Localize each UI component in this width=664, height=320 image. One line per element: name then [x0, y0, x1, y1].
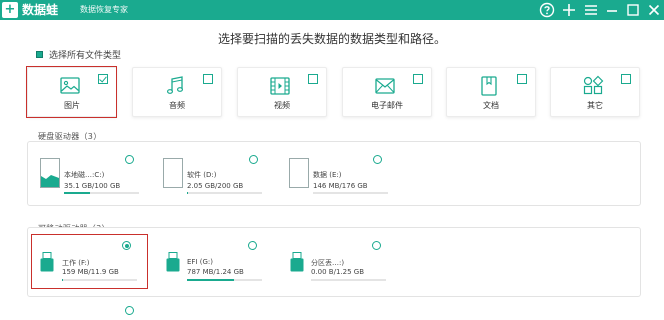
drive-name: 软件 (D:)	[187, 171, 217, 179]
drive-f-radio[interactable]	[122, 241, 131, 250]
app-name: 数据蛙	[22, 3, 59, 17]
file-type-label: 视频	[274, 101, 290, 110]
file-type-card-document[interactable]: 文档	[446, 67, 536, 117]
drive-name: EFI (G:)	[187, 258, 213, 266]
select-all-label: 选择所有文件类型	[49, 51, 122, 61]
music-icon	[163, 74, 187, 98]
drive-usage-fill	[64, 192, 91, 194]
drive-name: 数据 (E:)	[313, 171, 342, 179]
drive-c-radio[interactable]	[125, 155, 134, 164]
file-type-checkbox[interactable]	[413, 74, 423, 84]
drive-usage-bar	[311, 279, 386, 281]
drive-name: 分区丢…:)	[311, 259, 345, 267]
drive-removable-3[interactable]: 分区丢…:) 0.00 B/1.25 GB	[290, 252, 402, 298]
title-bar: + 数据蛙 数据恢复专家	[0, 0, 664, 20]
drive-usage-fill	[62, 279, 63, 281]
app-subtitle: 数据恢复专家	[80, 5, 128, 14]
image-icon	[58, 74, 82, 98]
drive-name: 本地磁…:C:)	[64, 171, 105, 179]
file-type-label: 图片	[64, 101, 80, 110]
help-icon[interactable]	[538, 1, 556, 19]
menu-icon[interactable]	[582, 1, 600, 19]
select-all-checkbox[interactable]	[36, 51, 43, 58]
drive-usage-bar	[313, 192, 388, 194]
drive-removable-3-radio[interactable]	[372, 241, 381, 250]
drive-size: 159 MB/11.9 GB	[62, 268, 119, 276]
drive-usage-bar	[64, 192, 139, 194]
video-icon	[268, 74, 292, 98]
other-icon	[581, 74, 605, 98]
drive-usage-bar	[62, 279, 137, 281]
file-type-checkbox[interactable]	[308, 74, 318, 84]
drive-d-radio[interactable]	[249, 155, 258, 164]
drive-name: 工作 (F:)	[62, 259, 90, 267]
mail-icon	[373, 74, 397, 98]
drive-size: 787 MB/1.24 GB	[187, 268, 244, 276]
hard-disk-icon	[163, 158, 183, 192]
file-type-card-image[interactable]: 图片	[27, 67, 117, 117]
maximize-icon[interactable]	[624, 1, 642, 19]
drive-g[interactable]: EFI (G:) 787 MB/1.24 GB	[166, 252, 278, 298]
add-icon[interactable]	[560, 1, 578, 19]
usb-drive-icon	[40, 252, 54, 276]
hard-disk-icon	[289, 158, 309, 192]
file-type-checkbox[interactable]	[517, 74, 527, 84]
drive-usage-fill	[187, 279, 235, 281]
file-type-checkbox[interactable]	[203, 74, 213, 84]
file-type-card-email[interactable]: 电子邮件	[342, 67, 432, 117]
drive-usage-fill	[187, 192, 188, 194]
drive-f[interactable]: 工作 (F:) 159 MB/11.9 GB	[40, 252, 152, 298]
file-type-label: 电子邮件	[371, 101, 403, 110]
close-icon[interactable]	[645, 1, 663, 19]
select-all-toggle[interactable]: 选择所有文件类型	[36, 50, 121, 62]
file-type-label: 音频	[169, 101, 185, 110]
app-logo-icon: +	[2, 2, 18, 18]
minimize-icon[interactable]	[603, 1, 621, 19]
usb-drive-icon	[290, 252, 304, 276]
drive-usage-bar	[187, 192, 262, 194]
hard-disk-icon	[40, 158, 60, 192]
drive-e[interactable]: 数据 (E:) 146 MB/176 GB	[289, 158, 401, 204]
file-type-label: 其它	[587, 101, 603, 110]
page-headline: 选择要扫描的丢失数据的数据类型和路径。	[217, 32, 446, 46]
file-type-card-video[interactable]: 视频	[237, 67, 327, 117]
file-type-label: 文档	[483, 101, 499, 110]
drive-g-radio[interactable]	[248, 241, 257, 250]
drive-usage-bar	[187, 279, 262, 281]
file-type-card-other[interactable]: 其它	[550, 67, 640, 117]
usb-drive-icon	[166, 252, 180, 276]
document-icon	[477, 74, 501, 98]
drive-c[interactable]: 本地磁…:C:) 35.1 GB/100 GB	[40, 158, 152, 204]
drive-size: 35.1 GB/100 GB	[64, 182, 121, 190]
file-type-checkbox[interactable]	[621, 74, 631, 84]
drive-e-radio[interactable]	[373, 155, 382, 164]
drive-size: 2.05 GB/200 GB	[187, 182, 244, 190]
drive-size: 0.00 B/1.25 GB	[311, 268, 365, 276]
extra-location-radio[interactable]	[125, 306, 134, 315]
file-type-checkbox[interactable]	[98, 74, 108, 84]
drive-d[interactable]: 软件 (D:) 2.05 GB/200 GB	[163, 158, 275, 204]
drive-size: 146 MB/176 GB	[313, 182, 368, 190]
file-type-card-audio[interactable]: 音频	[132, 67, 222, 117]
